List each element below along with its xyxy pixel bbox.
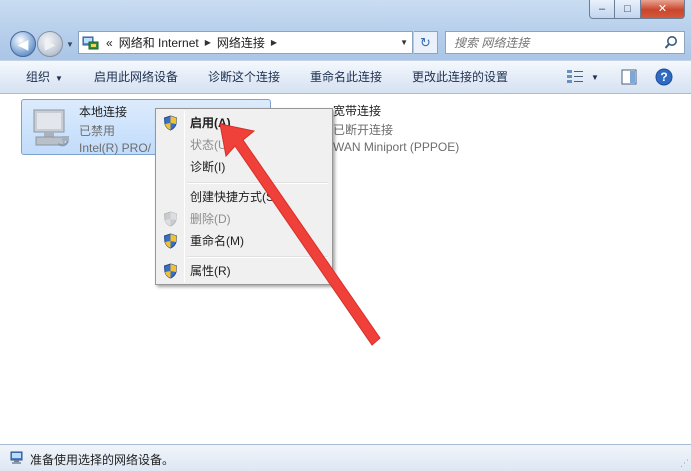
breadcrumb-separator[interactable]: ▶ <box>271 38 277 47</box>
change-settings-button[interactable]: 更改此连接的设置 <box>412 61 508 94</box>
menu-item-label: 诊断(I) <box>190 160 226 174</box>
breadcrumb-network-connections[interactable]: 网络连接 <box>217 34 265 51</box>
organize-label: 组织 <box>26 70 51 84</box>
menu-separator <box>187 256 328 258</box>
connection-status: 已断开连接 <box>333 123 394 137</box>
maximize-button[interactable]: □ <box>615 0 641 19</box>
back-button[interactable]: ◀ <box>10 31 36 57</box>
connections-list: 本地连接 已禁用 Intel(R) PRO/ 宽带连接 已断开连接 WAN Mi… <box>0 95 691 444</box>
minimize-button[interactable]: – <box>589 0 615 19</box>
menu-item-delete[interactable]: 删除(D) <box>158 208 330 230</box>
uac-shield-icon <box>163 115 178 131</box>
menu-item-status[interactable]: 状态(U) <box>158 134 330 156</box>
connection-device: WAN Miniport (PPPOE) <box>333 140 460 154</box>
close-button[interactable]: ✕ <box>641 0 685 19</box>
refresh-button[interactable]: ↻ <box>414 31 438 54</box>
connection-device: Intel(R) PRO/ <box>79 141 152 155</box>
search-box[interactable] <box>445 31 685 54</box>
resize-grip[interactable]: ⋰ <box>680 458 689 469</box>
organize-menu-button[interactable]: 组织 ▼ <box>26 61 63 94</box>
status-bar: 准备使用选择的网络设备。 ⋰ <box>0 444 691 471</box>
enable-device-button[interactable]: 启用此网络设备 <box>94 61 178 94</box>
recent-pages-dropdown[interactable]: ▼ <box>66 40 74 49</box>
connection-name: 宽带连接 <box>333 104 382 118</box>
help-icon[interactable]: ? <box>655 68 673 86</box>
command-bar: 组织 ▼ 启用此网络设备 诊断这个连接 重命名此连接 更改此连接的设置 ▼ ? <box>0 60 691 94</box>
network-device-icon <box>10 451 23 464</box>
menu-item-diagnose[interactable]: 诊断(I) <box>158 156 330 178</box>
menu-item-properties[interactable]: 属性(R) <box>158 260 330 282</box>
address-dropdown-button[interactable]: ▼ <box>400 38 408 47</box>
menu-item-rename[interactable]: 重命名(M) <box>158 230 330 252</box>
breadcrumb-network-internet[interactable]: 网络和 Internet <box>119 34 199 51</box>
connection-status: 已禁用 <box>79 124 116 138</box>
rename-connection-button[interactable]: 重命名此连接 <box>310 61 382 94</box>
uac-shield-icon <box>163 211 178 227</box>
network-folder-icon <box>82 36 99 49</box>
context-menu: 启用(A) 状态(U) 诊断(I) 创建快捷方式(S) 删除(D) 重命名(M) <box>155 108 333 285</box>
window-controls: – □ ✕ <box>589 0 685 20</box>
address-bar[interactable]: « 网络和 Internet ▶ 网络连接 ▶ ▼ <box>78 31 413 54</box>
uac-shield-icon <box>163 233 178 249</box>
menu-item-label: 重命名(M) <box>190 234 244 248</box>
svg-text:?: ? <box>660 70 667 84</box>
forward-button[interactable]: ▶ <box>37 31 63 57</box>
menu-item-enable[interactable]: 启用(A) <box>158 112 330 134</box>
menu-item-label: 启用(A) <box>190 116 231 130</box>
search-input[interactable] <box>454 32 662 53</box>
menu-item-label: 创建快捷方式(S) <box>190 190 278 204</box>
view-options-icon[interactable] <box>566 68 584 86</box>
view-options-dropdown[interactable]: ▼ <box>591 61 599 94</box>
menu-item-label: 属性(R) <box>190 264 231 278</box>
connection-name: 本地连接 <box>79 105 128 119</box>
uac-shield-icon <box>163 263 178 279</box>
address-overflow[interactable]: « <box>106 36 113 50</box>
search-icon[interactable] <box>664 35 678 50</box>
menu-item-label: 状态(U) <box>190 138 231 152</box>
window-chrome: – □ ✕ ◀ ▶ ▼ « 网络和 Internet ▶ 网络连接 ▶ ▼ ↻ <box>0 0 691 60</box>
menu-item-label: 删除(D) <box>190 212 231 226</box>
diagnose-connection-button[interactable]: 诊断这个连接 <box>208 61 280 94</box>
lan-disabled-icon <box>33 109 69 147</box>
status-text: 准备使用选择的网络设备。 <box>30 453 175 467</box>
preview-pane-icon[interactable] <box>620 68 638 86</box>
breadcrumb-separator[interactable]: ▶ <box>205 38 211 47</box>
chevron-down-icon: ▼ <box>55 74 63 83</box>
menu-separator <box>187 182 328 184</box>
menu-item-create-shortcut[interactable]: 创建快捷方式(S) <box>158 186 330 208</box>
